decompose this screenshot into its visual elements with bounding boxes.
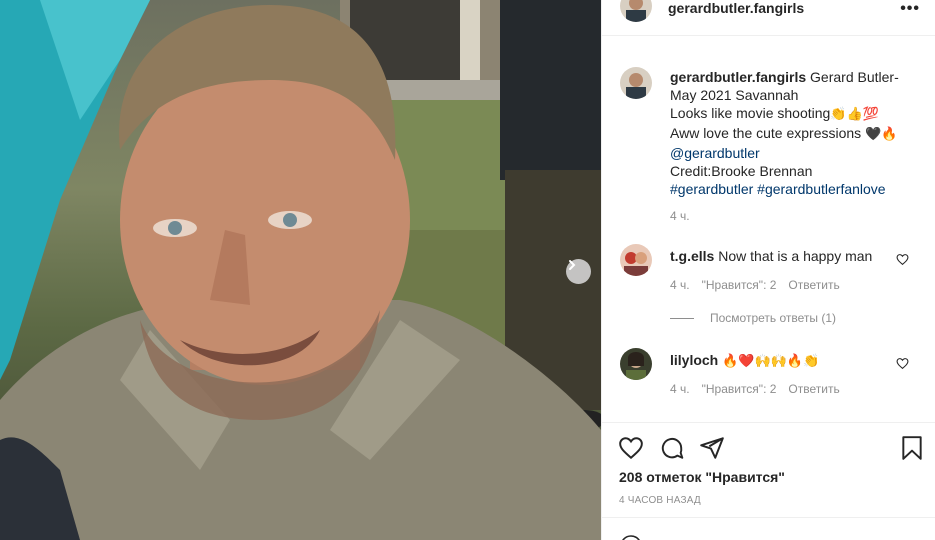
bookmark-icon[interactable] — [899, 435, 925, 461]
likes-count[interactable]: 208 отметок "Нравится" — [619, 469, 785, 485]
post-photo[interactable] — [0, 0, 601, 540]
caption-time[interactable]: 4 ч. — [670, 209, 690, 223]
photo-image — [0, 0, 601, 540]
caption-line2-emoji: 👏👍💯 — [830, 107, 879, 122]
comment-meta: 4 ч. "Нравится": 2 Ответить — [670, 278, 840, 292]
comment-likes[interactable]: "Нравится": 2 — [702, 278, 777, 292]
view-replies-button[interactable]: Посмотреть ответы (1) — [670, 311, 836, 325]
caption-hashtags[interactable]: #gerardbutler #gerardbutlerfanlove — [670, 181, 886, 197]
caption-credit: Credit:Brooke Brennan — [670, 163, 813, 179]
post-caption: gerardbutler.fangirls Gerard Butler- May… — [670, 68, 920, 198]
share-icon[interactable] — [699, 435, 725, 461]
view-replies-label: Посмотреть ответы (1) — [710, 311, 837, 325]
comment-likes[interactable]: "Нравится": 2 — [702, 382, 777, 396]
chevron-right-icon — [569, 260, 576, 270]
comment-avatar[interactable] — [620, 348, 652, 380]
caption-line2: Looks like movie shooting — [670, 105, 831, 121]
comment-text: 🔥❤️🙌🙌🔥👏 — [722, 354, 820, 369]
author-avatar[interactable] — [620, 0, 652, 22]
comment-text: Now that is a happy man — [718, 248, 873, 264]
comment-reply-button[interactable]: Ответить — [788, 278, 839, 292]
comment-text-row: lilyloch 🔥❤️🙌🙌🔥👏 — [670, 351, 819, 371]
more-dots-icon[interactable]: ••• — [900, 0, 920, 18]
comment-avatar[interactable] — [620, 244, 652, 276]
post-actions: 208 отметок "Нравится" 4 ЧАСОВ НАЗАД — [602, 422, 935, 540]
author-username[interactable]: gerardbutler.fangirls — [668, 0, 804, 16]
caption-avatar[interactable] — [620, 67, 652, 99]
caption-username[interactable]: gerardbutler.fangirls — [670, 69, 806, 85]
caption-line3-emoji: 🖤🔥 — [865, 127, 898, 142]
heart-icon[interactable] — [618, 435, 644, 461]
smile-icon[interactable] — [619, 534, 643, 540]
next-photo-button[interactable] — [566, 259, 591, 284]
replies-divider — [670, 317, 694, 319]
post-timestamp[interactable]: 4 ЧАСОВ НАЗАД — [619, 495, 701, 506]
post-header: gerardbutler.fangirls ••• — [602, 0, 935, 36]
comment-heart-icon[interactable] — [896, 253, 909, 266]
comment-username[interactable]: lilyloch — [670, 352, 718, 368]
caption-line3: Aww love the cute expressions — [670, 125, 862, 141]
comment-username[interactable]: t.g.ells — [670, 248, 714, 264]
add-comment-bar — [602, 517, 935, 540]
post-panel: gerardbutler.fangirls ••• gerardbutler.f… — [601, 0, 935, 540]
comment-icon[interactable] — [659, 435, 685, 461]
comment-meta: 4 ч. "Нравится": 2 Ответить — [670, 382, 840, 396]
comment-time[interactable]: 4 ч. — [670, 382, 690, 396]
comment-time[interactable]: 4 ч. — [670, 278, 690, 292]
caption-mention[interactable]: @gerardbutler — [670, 145, 760, 161]
comment-text-row: t.g.ells Now that is a happy man — [670, 247, 872, 265]
comment-reply-button[interactable]: Ответить — [788, 382, 839, 396]
comment-heart-icon[interactable] — [896, 357, 909, 370]
